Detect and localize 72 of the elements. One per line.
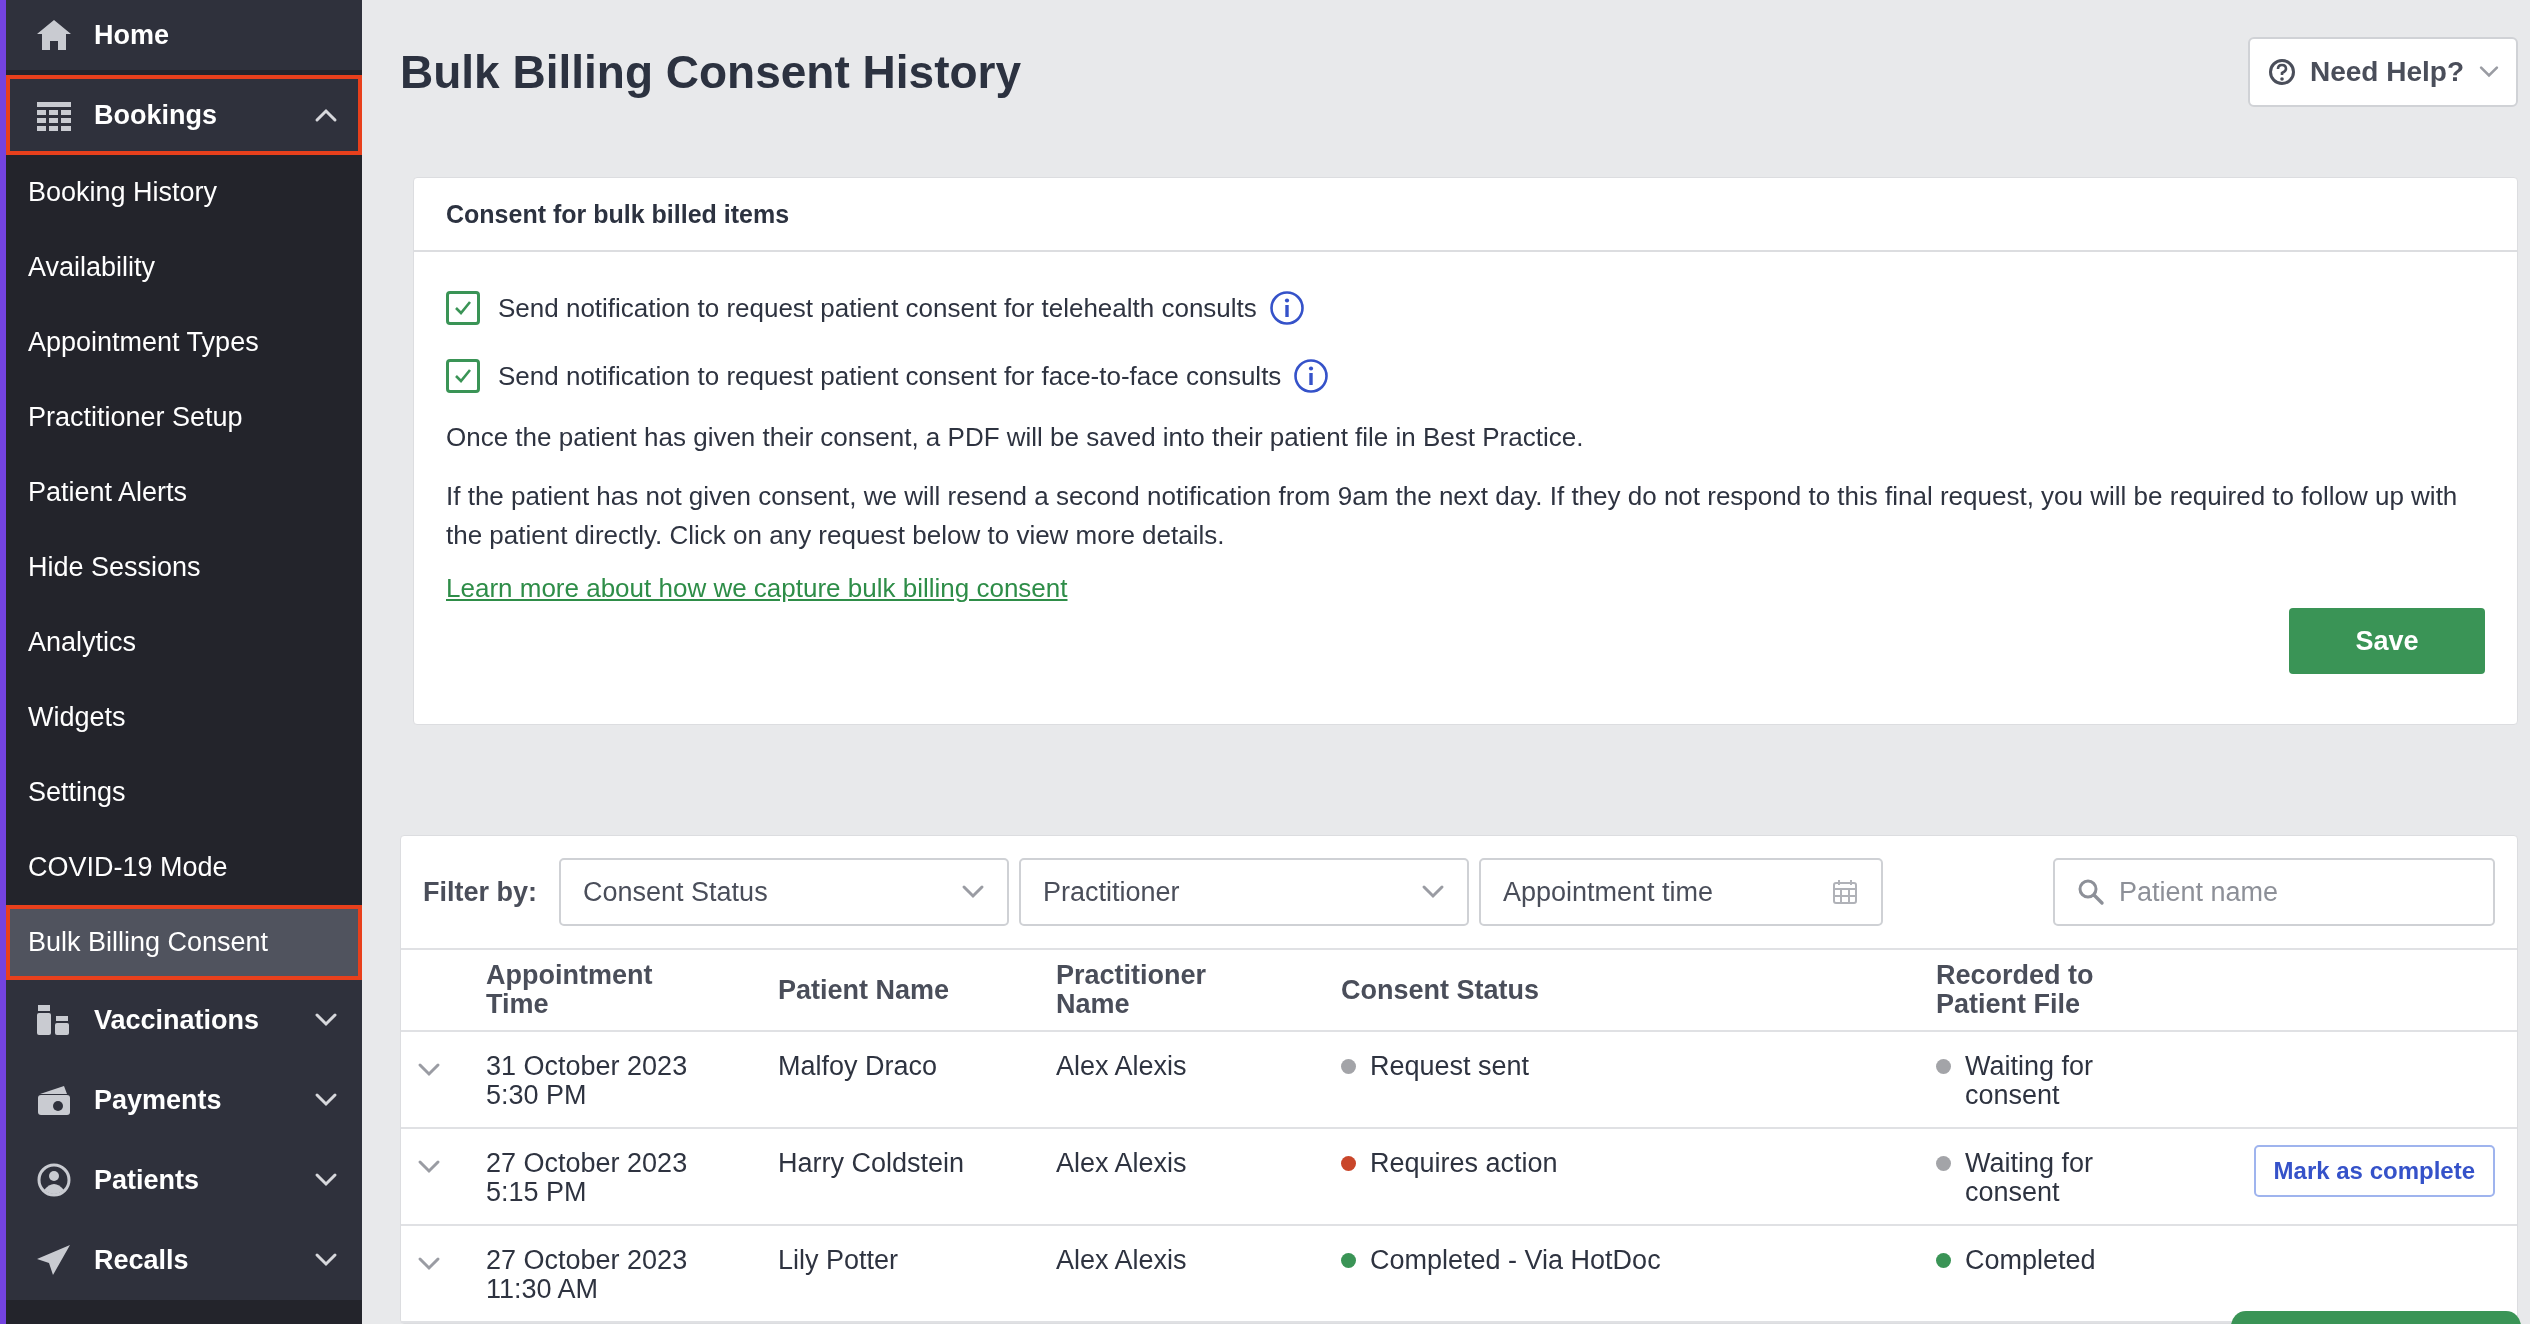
table-cell-text: Alex Alexis [1056, 1149, 1188, 1178]
checkbox-label: Send notification to request patient consent for face-to-face consults [498, 360, 1282, 392]
column-header: Practitioner Name [1056, 961, 1208, 1019]
calendar-icon [1831, 878, 1859, 906]
expand-chevron-icon[interactable] [417, 1256, 441, 1272]
paragraph: Once the patient has given their consent, a PDF will be saved into their patient file in Best Practice. [446, 421, 1585, 455]
dropdown[interactable]: Consent Status [559, 858, 1009, 926]
sidebar-item[interactable]: Widgets [6, 680, 362, 755]
save-button[interactable]: Save [2289, 608, 2485, 675]
chevron-down-icon [314, 1252, 338, 1268]
sidebar-item[interactable]: Booking History [6, 155, 362, 230]
chevron-up-icon [314, 107, 338, 123]
table-cell-text: 27 October 2023 [486, 1149, 689, 1178]
mark-complete-button[interactable]: Mark as complete [2253, 1145, 2495, 1197]
sidebar-item[interactable]: Patient Alerts [6, 455, 362, 530]
sidebar-item[interactable]: Patients [6, 1140, 362, 1220]
sidebar-item[interactable]: Analytics [6, 605, 362, 680]
table-cell-text: 31 October 2023 [486, 1052, 689, 1081]
sidebar-item[interactable]: Vaccinations [6, 980, 362, 1060]
page-title: Bulk Billing Consent History [400, 44, 1022, 99]
checkbox[interactable] [446, 359, 480, 394]
chevron-down-icon [961, 884, 985, 900]
column-header: Appointment Time [486, 961, 654, 1019]
checkbox-label: Send notification to request patient consent for telehealth consults [498, 292, 1257, 324]
sidebar-item[interactable]: Recalls [6, 1220, 362, 1300]
table-cell-text: Lily Potter [778, 1246, 900, 1275]
table-cell-text: Harry Coldstein [778, 1149, 966, 1178]
table-cell-text: 5:30 PM [486, 1081, 588, 1110]
sidebar-item[interactable]: Hide Sessions [6, 530, 362, 605]
chevron-down-icon [1421, 884, 1445, 900]
table-cell-text: 5:15 PM [486, 1178, 588, 1207]
sidebar-item[interactable]: Bulk Billing Consent [6, 905, 362, 980]
chevron-down-icon [314, 1092, 338, 1108]
help-icon [2267, 57, 2296, 86]
sidebar-item[interactable]: Settings [6, 755, 362, 830]
date-field[interactable]: Appointment time [1479, 858, 1883, 926]
card-title: Consent for bulk billed items [446, 199, 790, 229]
chevron-down-icon [314, 1012, 338, 1028]
sidebar-item[interactable]: Home [6, 0, 362, 70]
status-label: Waiting for consent [1965, 1052, 2095, 1110]
expand-chevron-icon[interactable] [417, 1159, 441, 1175]
table-cell-text: Alex Alexis [1056, 1246, 1188, 1275]
learn-more-link[interactable]: Learn more about how we capture bulk billing consent [446, 573, 1068, 605]
table-cell-text: Malfoy Draco [778, 1052, 939, 1081]
sidebar-item[interactable]: Practitioner Setup [6, 380, 362, 455]
status-label: Completed [1965, 1246, 2096, 1275]
column-header: Recorded to Patient File [1936, 961, 2095, 1019]
table-cell-text: Alex Alexis [1056, 1052, 1188, 1081]
checkbox[interactable] [446, 291, 480, 326]
column-header: Consent Status [1341, 975, 1541, 1005]
sidebar-item[interactable]: COVID-19 Mode [6, 830, 362, 905]
info-icon [1293, 358, 1330, 395]
paragraph: If the patient has not given consent, we will resend a second notification from 9am the next day. If they do not respond to this final request, you will be required to follow up with the patient directly. Click on any request below to view more details. [446, 480, 2459, 553]
sidebar-item[interactable]: Appointment Types [6, 305, 362, 380]
status-label: Request sent [1370, 1052, 1530, 1081]
search-icon [2077, 878, 2105, 906]
status-label: Completed - Via HotDoc [1370, 1246, 1661, 1275]
column-header: Patient Name [778, 975, 951, 1005]
status-label: Requires action [1370, 1149, 1558, 1178]
chevron-down-icon [314, 1172, 338, 1188]
sidebar-item[interactable]: Payments [6, 1060, 362, 1140]
dropdown[interactable]: Practitioner [1019, 858, 1469, 926]
status-label: Waiting for consent [1965, 1149, 2095, 1207]
help-button[interactable]: Need Help? [2247, 36, 2518, 107]
table-cell-text: 27 October 2023 [486, 1246, 689, 1275]
sidebar-item[interactable]: Bookings [6, 75, 362, 155]
info-icon [1268, 290, 1305, 327]
table-cell-text: 11:30 AM [486, 1275, 600, 1304]
filter-label: Filter by: [423, 876, 537, 908]
sidebar-item[interactable]: Availability [6, 230, 362, 305]
expand-chevron-icon[interactable] [417, 1062, 441, 1078]
chevron-down-icon [2478, 64, 2500, 79]
